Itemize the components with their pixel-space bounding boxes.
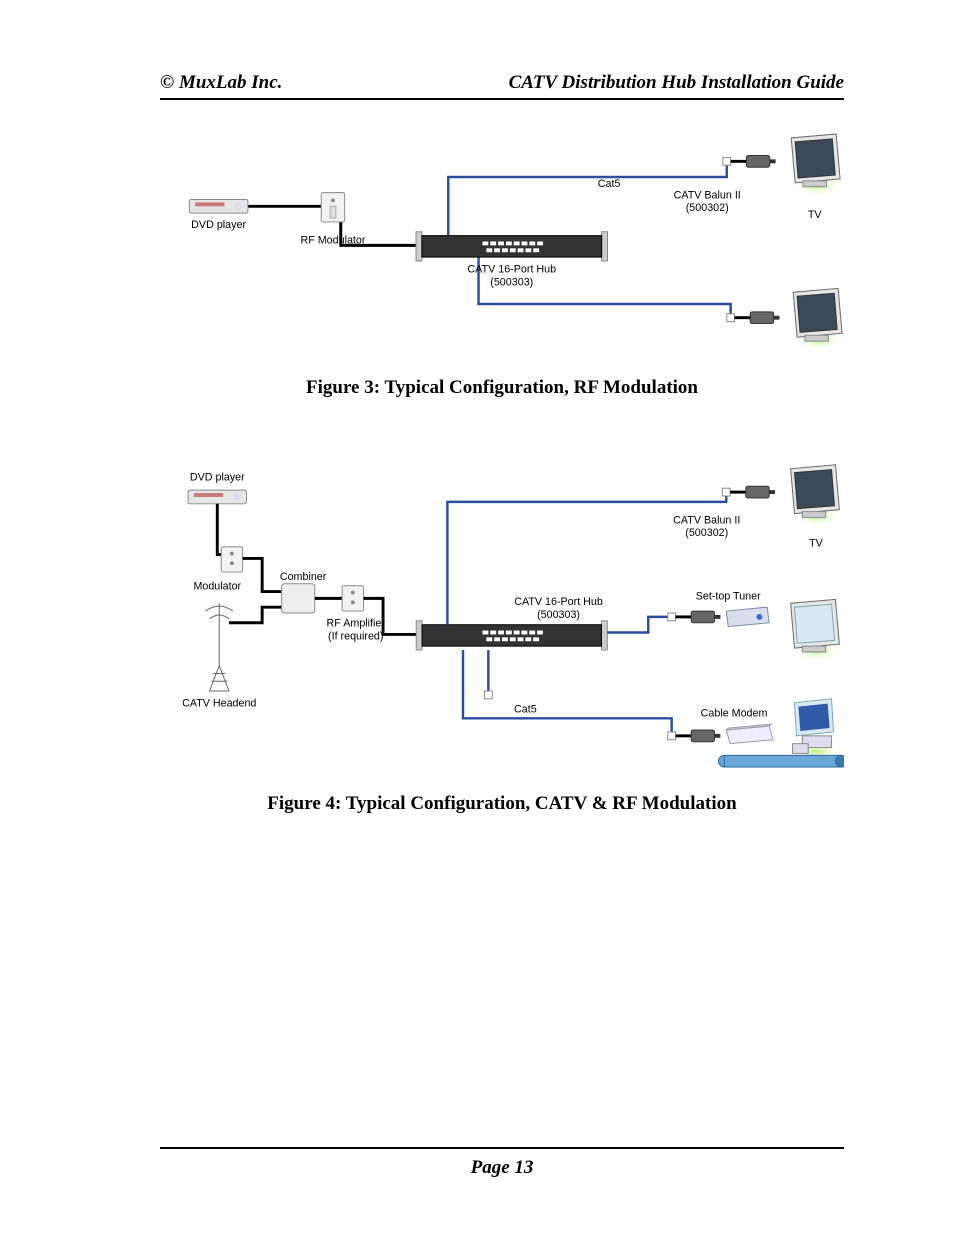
balun-label-1: CATV Balun II bbox=[674, 189, 741, 201]
balun-bottom-icon bbox=[750, 312, 779, 324]
hub-label-2: (500303) bbox=[490, 276, 533, 288]
document-page: © MuxLab Inc. CATV Distribution Hub Inst… bbox=[0, 0, 954, 1235]
modulator-icon bbox=[221, 547, 242, 572]
catv-headend-label: CATV Headend bbox=[182, 698, 256, 710]
dvd-player-icon bbox=[189, 199, 248, 213]
dvd-player-label: DVD player bbox=[191, 219, 246, 231]
figure-4-caption: Figure 4: Typical Configuration, CATV & … bbox=[160, 793, 844, 815]
figure-4-diagram: DVD player Modulator C bbox=[160, 457, 844, 769]
page-number: Page 13 bbox=[471, 1157, 534, 1178]
tv-icon bbox=[791, 465, 842, 527]
combiner-label: Combiner bbox=[280, 571, 327, 583]
header-left: © MuxLab Inc. bbox=[160, 72, 282, 94]
crt-monitor-icon bbox=[791, 599, 842, 661]
hub-label-1: CATV 16-Port Hub bbox=[467, 264, 556, 276]
figure-3-caption: Figure 3: Typical Configuration, RF Modu… bbox=[160, 377, 844, 399]
settop-label: Set-top Tuner bbox=[696, 590, 761, 602]
figure-4-svg: DVD player Modulator C bbox=[160, 457, 844, 769]
catv-headend-icon bbox=[206, 603, 233, 691]
balun-modem-icon bbox=[691, 730, 720, 742]
balun-label-1: CATV Balun II bbox=[673, 514, 740, 526]
cat5-label: Cat5 bbox=[514, 703, 537, 715]
hub-label-2: (500303) bbox=[537, 609, 580, 621]
catv-hub-icon bbox=[416, 232, 608, 261]
cable-modem-label: Cable Modem bbox=[701, 707, 768, 719]
modulator-label: Modulator bbox=[193, 581, 241, 593]
rf-modulator-icon bbox=[321, 193, 344, 222]
dvd-player-icon bbox=[188, 490, 247, 504]
figure-3-diagram: DVD player RF Modulator bbox=[160, 128, 844, 353]
rf-modulator-label: RF Modulator bbox=[300, 234, 365, 246]
figure-4-area: DVD player Modulator C bbox=[160, 457, 844, 815]
combiner-icon bbox=[282, 584, 315, 613]
page-footer: Page 13 bbox=[160, 1147, 844, 1179]
hub-label-1: CATV 16-Port Hub bbox=[514, 596, 603, 608]
tv-label: TV bbox=[809, 538, 824, 550]
dvd-player-label: DVD player bbox=[190, 471, 245, 483]
tv-label: TV bbox=[808, 209, 823, 221]
rf-amp-label-2: (If required) bbox=[328, 630, 383, 642]
balun-label-2: (500302) bbox=[686, 202, 729, 214]
balun-tv-icon bbox=[746, 486, 775, 498]
tv-top-icon bbox=[791, 134, 842, 197]
modem-icon bbox=[726, 724, 773, 744]
cat5-label: Cat5 bbox=[598, 178, 621, 190]
header-right: CATV Distribution Hub Installation Guide bbox=[509, 72, 844, 94]
page-header: © MuxLab Inc. CATV Distribution Hub Inst… bbox=[160, 72, 844, 100]
rf-amp-icon bbox=[342, 586, 363, 611]
figure-3-area: DVD player RF Modulator bbox=[160, 128, 844, 399]
balun-top-icon bbox=[746, 155, 775, 167]
settop-icon bbox=[726, 607, 769, 627]
tv-bottom-icon bbox=[793, 288, 844, 351]
catv-hub-icon bbox=[416, 621, 607, 650]
rf-amp-label-1: RF Amplifier bbox=[327, 618, 386, 630]
cable-icon bbox=[718, 755, 844, 767]
balun-settop-icon bbox=[691, 611, 720, 623]
figure-3-svg: DVD player RF Modulator bbox=[160, 128, 844, 353]
pc-icon bbox=[791, 699, 842, 761]
balun-label-2: (500302) bbox=[685, 527, 728, 539]
